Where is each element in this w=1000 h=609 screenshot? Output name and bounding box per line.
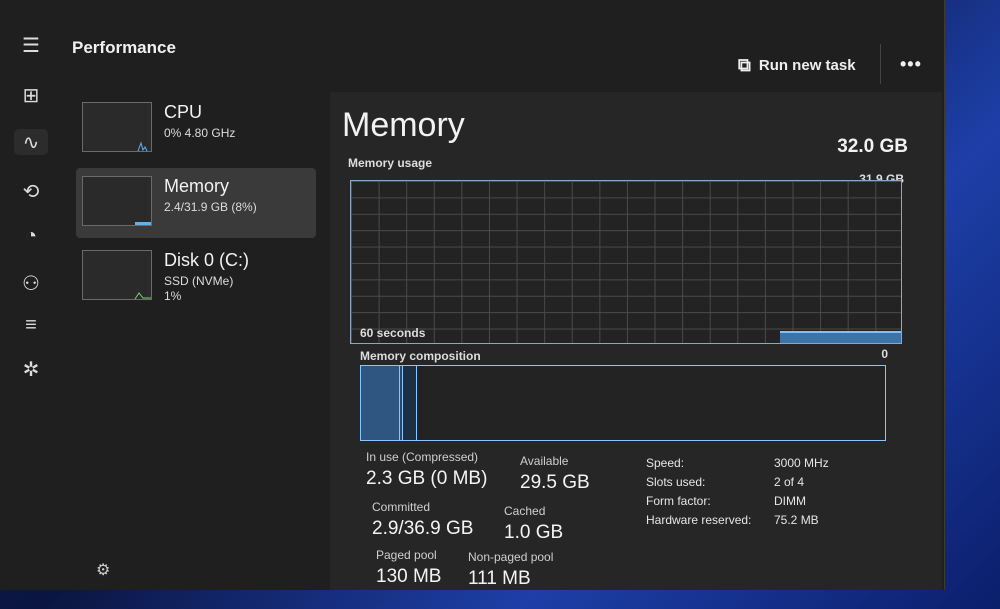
perf-item-name: Memory	[164, 176, 230, 196]
perf-item-memory[interactable]: Memory 2.4/31.9 GB (8%)	[76, 168, 316, 238]
memory-composition-label: Memory composition	[360, 349, 481, 363]
spec-speed: Speed: 3000 MHz	[646, 456, 829, 475]
stat-paged-pool: Paged pool 130 MB	[376, 548, 441, 588]
spec-key: Hardware reserved:	[646, 513, 752, 527]
perf-item-disk[interactable]: Disk 0 (C:) SSD (NVMe) 1%	[76, 242, 316, 312]
users-icon[interactable]: ⚇	[18, 270, 44, 296]
spec-value: DIMM	[774, 494, 806, 508]
more-options-button[interactable]: •••	[900, 54, 922, 75]
memory-composition-bar	[360, 365, 886, 441]
memory-detail-panel: Memory 32.0 GB Memory usage 31.9 GB 60 s…	[330, 92, 942, 590]
graph-zero-label: 0	[881, 347, 888, 361]
stat-label: Non-paged pool	[468, 550, 554, 564]
memory-usage-label: Memory usage	[348, 156, 433, 170]
stat-value: 2.3 GB (0 MB)	[366, 468, 488, 489]
spec-value: 3000 MHz	[774, 456, 829, 470]
toolbar-divider	[880, 44, 881, 84]
disk-thumbnail-graph	[82, 250, 152, 300]
stat-value: 29.5 GB	[520, 472, 590, 493]
memory-specs: Speed: 3000 MHz Slots used: 2 of 4 Form …	[646, 456, 829, 532]
performance-icon[interactable]: ∿	[14, 129, 48, 155]
spec-key: Slots used:	[646, 475, 706, 489]
details-icon[interactable]: ≡	[18, 312, 44, 338]
memory-stats: In use (Compressed) 2.3 GB (0 MB) Availa…	[366, 450, 926, 590]
perf-item-cpu[interactable]: CPU 0% 4.80 GHz	[76, 94, 316, 164]
stat-committed: Committed 2.9/36.9 GB	[372, 500, 473, 540]
stat-value: 111 MB	[468, 568, 531, 589]
spec-value: 2 of 4	[774, 475, 805, 489]
stat-non-paged-pool: Non-paged pool 111 MB	[468, 550, 553, 590]
memory-thumbnail-graph	[82, 176, 152, 226]
app-history-icon[interactable]: ⟲	[18, 178, 44, 204]
disk-sparkline	[134, 292, 151, 300]
spec-slots: Slots used: 2 of 4	[646, 475, 829, 494]
perf-item-detail: SSD (NVMe) 1%	[164, 274, 233, 304]
stat-available: Available 29.5 GB	[520, 454, 590, 494]
task-manager-window: ☰ ⊞ ∿ ⟲ ◔ ⚇ ≡ ✲ Performance ⧉ Run new ta…	[0, 0, 945, 590]
memory-usage-fill	[780, 330, 901, 343]
memory-sparkline	[135, 222, 151, 225]
page-title: Performance	[72, 38, 176, 57]
composition-in-use[interactable]	[361, 366, 401, 440]
graph-time-label: 60 seconds	[360, 326, 426, 340]
disk-type: SSD (NVMe)	[164, 274, 234, 288]
stat-label: Cached	[504, 504, 546, 518]
processes-icon[interactable]: ⊞	[18, 82, 44, 108]
perf-item-detail: 0% 4.80 GHz	[164, 126, 236, 140]
cpu-sparkline	[137, 141, 148, 152]
stat-cached: Cached 1.0 GB	[504, 504, 563, 544]
stat-label: In use (Compressed)	[366, 450, 479, 464]
stat-value: 130 MB	[376, 566, 442, 587]
spec-key: Speed:	[646, 456, 685, 470]
run-new-task-label: Run new task	[758, 56, 856, 74]
memory-usage-graph	[350, 180, 902, 344]
perf-item-name: CPU	[164, 102, 203, 122]
nav-rail: ☰ ⊞ ∿ ⟲ ◔ ⚇ ≡ ✲	[0, 0, 62, 590]
settings-gear-icon[interactable]: ⚙	[96, 560, 110, 580]
stat-label: Available	[520, 454, 569, 468]
services-icon[interactable]: ✲	[18, 356, 44, 382]
perf-item-detail: 2.4/31.9 GB (8%)	[164, 200, 257, 214]
stat-in-use: In use (Compressed) 2.3 GB (0 MB)	[366, 450, 487, 490]
stat-label: Paged pool	[376, 548, 437, 562]
stat-value: 2.9/36.9 GB	[372, 518, 474, 539]
cpu-thumbnail-graph	[82, 102, 152, 152]
performance-list: CPU 0% 4.80 GHz Memory 2.4/31.9 GB (8%) …	[62, 92, 327, 590]
spec-value: 75.2 MB	[774, 513, 819, 527]
disk-usage: 1%	[164, 289, 182, 303]
composition-standby[interactable]	[402, 366, 418, 440]
stat-value: 1.0 GB	[504, 522, 564, 543]
spec-hardware-reserved: Hardware reserved: 75.2 MB	[646, 513, 829, 532]
perf-item-name: Disk 0 (C:)	[164, 250, 249, 270]
spec-key: Form factor:	[646, 494, 711, 508]
startup-apps-icon[interactable]: ◔	[18, 223, 44, 249]
spec-form-factor: Form factor: DIMM	[646, 494, 829, 513]
stat-label: Committed	[372, 500, 431, 514]
run-new-task-button[interactable]: ⧉ Run new task	[738, 53, 856, 77]
hamburger-menu-icon[interactable]: ☰	[18, 32, 44, 58]
memory-title: Memory	[342, 106, 465, 144]
memory-total: 32.0 GB	[837, 136, 908, 157]
run-task-icon: ⧉	[738, 54, 751, 75]
